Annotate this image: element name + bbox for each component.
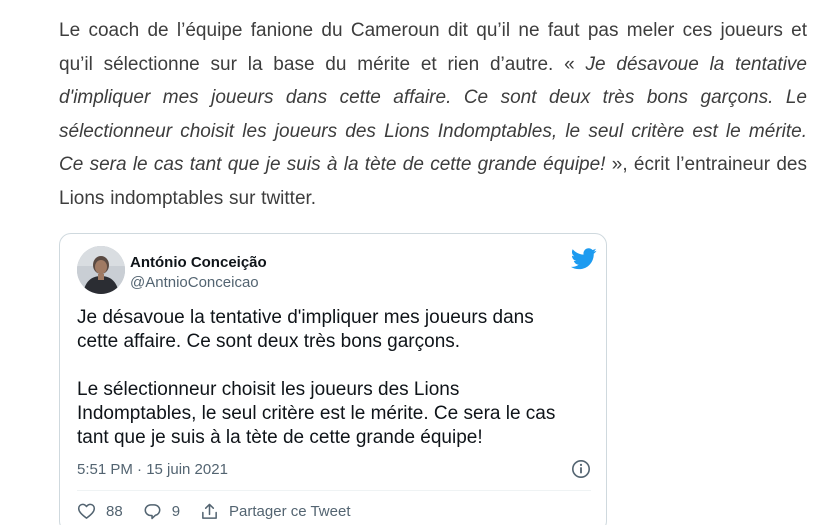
reply-button[interactable]: 9: [143, 502, 180, 521]
tweet-author-name[interactable]: António Conceição: [130, 254, 267, 271]
tweet-meta: 5:51 PM · 15 juin 2021: [77, 459, 591, 481]
reply-bubble-icon: [144, 503, 161, 519]
share-label: Partager ce Tweet: [229, 502, 351, 520]
tweet-actions: 88 9 Partager ce Tweet: [77, 499, 371, 523]
author-avatar[interactable]: [77, 246, 125, 294]
like-count: 88: [106, 502, 123, 520]
tweet-timestamp[interactable]: 5:51 PM · 15 juin 2021: [77, 461, 228, 478]
info-icon[interactable]: [571, 459, 591, 479]
reply-count: 9: [171, 502, 181, 520]
tweet-header: António Conceição @AntnioConceicao: [77, 246, 597, 296]
embedded-tweet[interactable]: António Conceição @AntnioConceicao Je dé…: [59, 233, 607, 525]
tweet-paragraph: Je désavoue la tentative d'impliquer mes…: [77, 307, 534, 352]
twitter-bird-icon[interactable]: [570, 248, 597, 270]
tweet-paragraph: Le sélectionneur choisit les joueurs des…: [77, 379, 556, 448]
tweet-divider: [77, 490, 591, 491]
article-paragraph: Le coach de l’équipe fanione du Cameroun…: [59, 14, 807, 216]
share-icon: [202, 503, 217, 519]
tweet-author-handle[interactable]: @AntnioConceicao: [130, 274, 259, 291]
like-button[interactable]: 88: [77, 502, 123, 521]
heart-icon: [77, 503, 96, 519]
tweet-text: Je désavoue la tentative d'impliquer mes…: [77, 306, 577, 474]
share-button[interactable]: Partager ce Tweet: [200, 502, 351, 521]
